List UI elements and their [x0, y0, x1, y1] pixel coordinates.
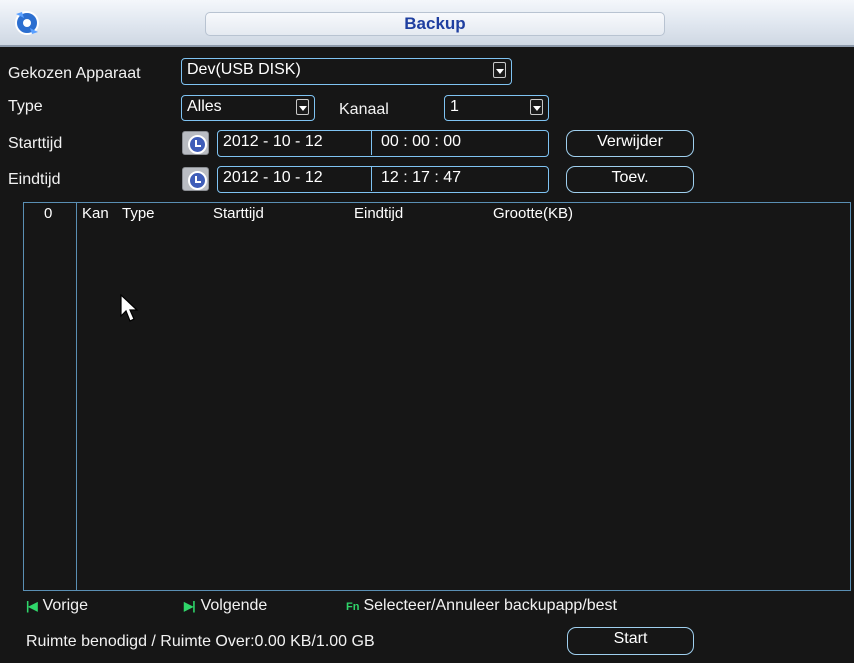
end-date-value[interactable]: 2012 - 10 - 12: [223, 168, 323, 188]
remove-button-label: Verwijder: [597, 133, 663, 150]
next-page-label: Volgende: [200, 597, 268, 614]
start-datetime-field[interactable]: 2012 - 10 - 12 00 : 00 : 00: [217, 130, 549, 157]
backup-app-icon: [15, 11, 39, 35]
next-page-button[interactable]: ▶| Volgende: [184, 596, 267, 616]
column-header-type[interactable]: Type: [122, 204, 155, 224]
clock-icon[interactable]: [182, 167, 209, 191]
skip-forward-icon: ▶|: [184, 599, 196, 613]
column-header-end[interactable]: Eindtijd: [354, 204, 403, 224]
prev-page-label: Vorige: [42, 597, 88, 614]
add-button-label: Toev.: [611, 169, 649, 186]
space-summary: Ruimte benodigd / Ruimte Over:0.00 KB/1.…: [26, 633, 375, 650]
select-toggle-hint[interactable]: Fn Selecteer/Annuleer backupapp/best: [346, 596, 617, 617]
backup-file-list[interactable]: [23, 202, 851, 591]
column-header-size[interactable]: Grootte(KB): [493, 204, 573, 224]
start-date-value[interactable]: 2012 - 10 - 12: [223, 132, 323, 152]
start-time-value[interactable]: 00 : 00 : 00: [381, 132, 461, 152]
column-header-start[interactable]: Starttijd: [213, 204, 264, 224]
channel-select-value: 1: [450, 98, 459, 115]
add-button[interactable]: Toev.: [566, 166, 694, 193]
start-time-label: Starttijd: [8, 135, 63, 152]
channel-label: Kanaal: [339, 101, 389, 118]
skip-back-icon: |◀: [26, 599, 38, 613]
column-separator: [76, 202, 77, 591]
type-select[interactable]: Alles: [181, 95, 315, 121]
device-label: Gekozen Apparaat: [8, 65, 141, 82]
start-backup-button[interactable]: Start: [567, 627, 694, 655]
column-header-index[interactable]: 0: [44, 204, 52, 224]
date-time-divider: [371, 131, 372, 155]
end-time-value[interactable]: 12 : 17 : 47: [381, 168, 461, 188]
chevron-down-icon[interactable]: [530, 99, 543, 115]
remove-button[interactable]: Verwijder: [566, 130, 694, 157]
start-backup-label: Start: [613, 630, 648, 647]
type-select-value: Alles: [187, 98, 222, 115]
fn-key-icon: Fn: [346, 601, 360, 613]
prev-page-button[interactable]: |◀ Vorige: [26, 596, 88, 616]
device-select-value: Dev(USB DISK): [187, 61, 301, 78]
backup-window: Backup Gekozen Apparaat Dev(USB DISK) Ty…: [0, 0, 854, 663]
device-select[interactable]: Dev(USB DISK): [181, 58, 512, 85]
title-bar: Backup: [0, 0, 854, 47]
type-label: Type: [8, 98, 43, 115]
channel-select[interactable]: 1: [444, 95, 549, 121]
clock-icon[interactable]: [182, 131, 209, 155]
end-datetime-field[interactable]: 2012 - 10 - 12 12 : 17 : 47: [217, 166, 549, 193]
date-time-divider: [371, 167, 372, 191]
end-time-label: Eindtijd: [8, 171, 61, 188]
column-header-channel[interactable]: Kan: [82, 204, 109, 224]
mouse-pointer-icon: [120, 294, 139, 322]
select-toggle-label: Selecteer/Annuleer backupapp/best: [363, 597, 617, 614]
chevron-down-icon[interactable]: [296, 99, 309, 115]
chevron-down-icon[interactable]: [493, 62, 506, 78]
window-title: Backup: [404, 14, 466, 33]
